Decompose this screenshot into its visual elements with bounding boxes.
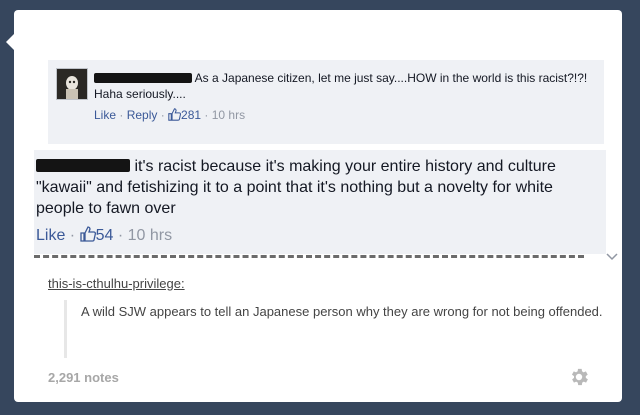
redacted-name [36,159,130,172]
avatar-photo-icon [57,69,87,99]
blockquote: A wild SJW appears to tell an Japanese p… [64,300,607,358]
separator: · [157,108,169,122]
thumbs-up-icon [168,108,182,124]
separator: · [116,108,127,122]
reblogger-username[interactable]: this-is-cthulhu-privilege: [48,276,185,291]
reply-link[interactable]: Reply [127,108,158,122]
chevron-down-icon[interactable] [606,250,618,264]
like-link[interactable]: Like [94,108,116,122]
quote-text: A wild SJW appears to tell an Japanese p… [81,304,603,319]
redacted-name [94,73,192,83]
separator: · [113,227,128,244]
like-count[interactable]: 54 [96,227,114,244]
comment-card: it's racist because it's making your ent… [34,150,606,254]
thumbs-up-icon [79,226,96,247]
like-count[interactable]: 281 [181,108,201,122]
comment-body: it's racist because it's making your ent… [36,156,602,219]
comment-time: 10 hrs [127,227,173,244]
comment-time: 10 hrs [211,108,246,122]
gear-icon[interactable] [568,366,590,388]
post-pointer [6,34,14,50]
notes-count[interactable]: 2,291 notes [48,370,119,385]
comment-meta: Like · Reply · 281 · 10 hrs [94,108,245,124]
separator: · [201,108,212,122]
comment-meta: Like · 54 · 10 hrs [36,226,172,247]
username-colon: : [180,276,185,291]
comment-body: As a Japanese citizen, let me just say..… [94,70,594,102]
cropped-text-edge [34,254,606,260]
cropped-line [34,255,584,258]
username-link[interactable]: this-is-cthulhu-privilege [48,276,181,291]
avatar[interactable] [56,68,88,100]
tumblr-post: As a Japanese citizen, let me just say..… [6,10,622,402]
like-link[interactable]: Like [36,227,65,244]
separator: · [65,227,80,244]
comment-card: As a Japanese citizen, let me just say..… [48,60,604,144]
